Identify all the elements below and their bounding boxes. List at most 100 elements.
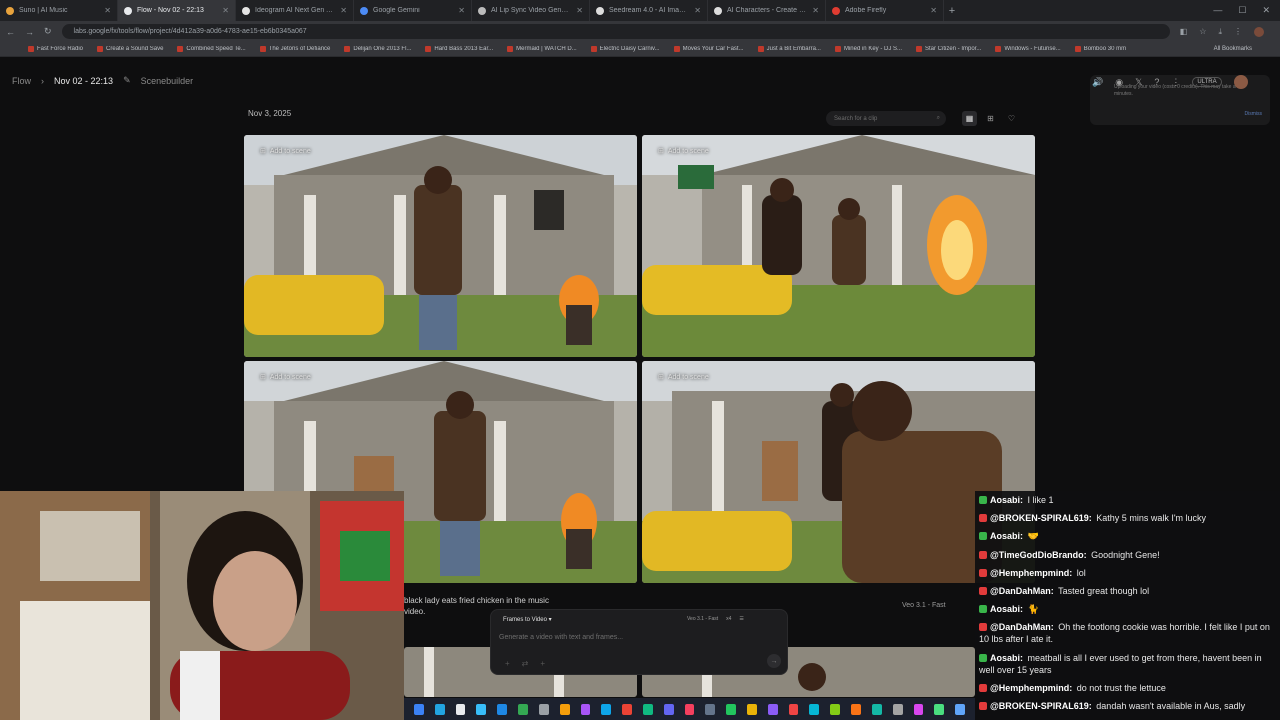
bookmark-item[interactable]: Create a Sound Save [97,46,163,52]
all-bookmarks[interactable]: All Bookmarks [1214,46,1252,52]
menu-icon[interactable]: ⋮ [1234,27,1242,37]
browser-tab[interactable]: AI Lip Sync Video Generator ✕ [472,0,590,21]
bookmark-item[interactable]: Mermaid | WATCH D... [507,46,577,52]
close-window-icon[interactable]: ✕ [1262,5,1270,16]
close-tab-icon[interactable]: ✕ [812,6,819,15]
bookmark-item[interactable]: Moves Your Car Fast... [673,46,744,52]
minimize-icon[interactable]: — [1213,5,1222,16]
close-tab-icon[interactable]: ✕ [576,6,583,15]
swap-frames-icon[interactable]: ⇄ [522,659,529,668]
close-tab-icon[interactable]: ✕ [458,6,465,15]
taskbar-app-icon[interactable] [434,703,445,715]
taskbar-app-icon[interactable] [559,703,570,715]
x-social-icon[interactable]: 𝕏 [1135,77,1142,88]
bookmark-item[interactable]: Windows - Futurise... [995,46,1061,52]
url-field[interactable]: labs.google/fx/tools/flow/project/4d412a… [61,24,1170,39]
taskbar-app-icon[interactable] [809,703,820,715]
new-tab-button[interactable]: + [944,5,960,17]
start-frame-icon[interactable]: + [505,659,510,668]
discord-icon[interactable]: ◉ [1115,77,1123,88]
reload-icon[interactable]: ↻ [44,26,52,37]
close-tab-icon[interactable]: ✕ [694,6,701,15]
table-view-icon[interactable]: ⊞ [983,111,998,126]
chat-text: dandah wasn't available in Aus, sadly [1093,700,1246,711]
taskbar-app-icon[interactable] [663,703,674,715]
taskbar-app-icon[interactable] [684,703,695,715]
forward-icon[interactable]: → [25,27,34,37]
end-frame-icon[interactable]: + [540,659,545,668]
user-avatar[interactable] [1233,75,1248,89]
close-tab-icon[interactable]: ✕ [930,6,937,15]
taskbar-app-icon[interactable] [871,703,882,715]
send-arrow-icon[interactable]: → [767,654,781,668]
back-icon[interactable]: ← [6,27,15,37]
browser-tab[interactable]: AI Characters - Create & Custo ✕ [708,0,826,21]
taskbar-app-icon[interactable] [414,703,424,715]
video-clip-tile[interactable]: ⊞ Add to scene [642,135,1035,357]
taskbar-app-icon[interactable] [955,703,965,715]
edit-pencil-icon[interactable]: ✎ [123,75,131,86]
taskbar-app-icon[interactable] [767,703,778,715]
browser-tab[interactable]: Seedream 4.0 - AI Image Gen ✕ [590,0,708,21]
bookmark-item[interactable]: Combined Speed Te... [177,46,246,52]
help-icon[interactable]: ? [1154,77,1159,87]
volume-icon[interactable]: 🔊 [1092,77,1103,88]
taskbar-app-icon[interactable] [892,703,903,715]
bookmark-item[interactable]: Bomboo 30 mm Brill... [1074,46,1128,52]
bookmark-item[interactable]: Just a Bit Embarra... [757,46,821,52]
bookmark-item[interactable]: Mined in Key - DJ S... [834,46,902,52]
browser-tab[interactable]: Adobe Firefly ✕ [826,0,944,21]
taskbar-app-icon[interactable] [476,703,487,715]
taskbar-app-icon[interactable] [518,703,528,715]
taskbar-app-icon[interactable] [788,703,799,715]
taskbar-app-icon[interactable] [726,703,736,715]
bookmark-item[interactable]: Star Citizen - Impor... [916,46,981,52]
taskbar-app-icon[interactable] [830,703,841,715]
close-tab-icon[interactable]: ✕ [222,6,229,15]
bookmark-item[interactable]: Hard Bass 2013 Ear... [425,46,493,52]
browser-tab[interactable]: Flow - Nov 02 - 22:13 ✕ [118,0,236,21]
taskbar-app-icon[interactable] [934,703,945,715]
taskbar-app-icon[interactable] [622,703,632,715]
browser-tab[interactable]: Google Gemini ✕ [354,0,472,21]
close-tab-icon[interactable]: ✕ [340,6,347,15]
model-select[interactable]: Veo 3.1 - Fast x4 ☰ [687,616,744,622]
browser-tab[interactable]: Suno | AI Music ✕ [0,0,118,21]
profile-avatar[interactable] [1254,26,1264,37]
taskbar-app-icon[interactable] [705,703,716,715]
taskbar-app-icon[interactable] [580,703,591,715]
breadcrumb-scenebuilder[interactable]: Scenebuilder [141,76,194,86]
clip-search-input[interactable]: Search for a clip ⌕ [826,111,946,126]
taskbar-app-icon[interactable] [455,703,466,715]
dismiss-button[interactable]: Dismiss [1245,111,1263,117]
taskbar-app-icon[interactable] [601,703,612,715]
favorites-heart-icon[interactable]: ♡ [1004,111,1019,126]
bookmark-item[interactable]: Fast Force Radio [28,46,83,52]
breadcrumb-flow[interactable]: Flow [12,76,31,86]
add-to-scene-button[interactable]: ⊞ Add to scene [260,373,311,382]
taskbar-app-icon[interactable] [642,703,653,715]
add-to-scene-button[interactable]: ⊞ Add to scene [658,373,709,382]
taskbar-app-icon[interactable] [913,703,924,715]
close-tab-icon[interactable]: ✕ [104,6,111,15]
taskbar-app-icon[interactable] [851,703,861,715]
bookmark-item[interactable]: Delijan One 2013 Fl... [344,46,411,52]
video-clip-tile[interactable]: ⊞ Add to scene [244,135,637,357]
add-to-scene-button[interactable]: ⊞ Add to scene [260,147,311,156]
extension-icon[interactable]: ◧ [1180,27,1188,37]
browser-tab[interactable]: Ideogram AI Next Gen AI Video G ✕ [236,0,354,21]
prompt-input[interactable]: Generate a video with text and frames... [499,634,623,641]
taskbar-app-icon[interactable] [747,703,757,715]
bookmark-star-icon[interactable]: ☆ [1199,27,1206,37]
add-to-scene-button[interactable]: ⊞ Add to scene [658,147,709,156]
more-icon[interactable]: ⋮ [1171,77,1180,88]
bookmark-item[interactable]: The Jetons of Defiance [259,46,330,52]
maximize-icon[interactable]: ☐ [1238,5,1246,16]
grid-view-icon[interactable]: ▦ [962,111,977,126]
mode-select[interactable]: Frames to Video ▾ [503,616,552,623]
breadcrumb-project[interactable]: Nov 02 - 22:13 [54,76,113,86]
download-icon[interactable]: ⤓ [1218,27,1222,37]
bookmark-item[interactable]: Electric Daisy Carniv... [590,46,660,52]
taskbar-app-icon[interactable] [497,703,508,715]
taskbar-app-icon[interactable] [538,703,549,715]
